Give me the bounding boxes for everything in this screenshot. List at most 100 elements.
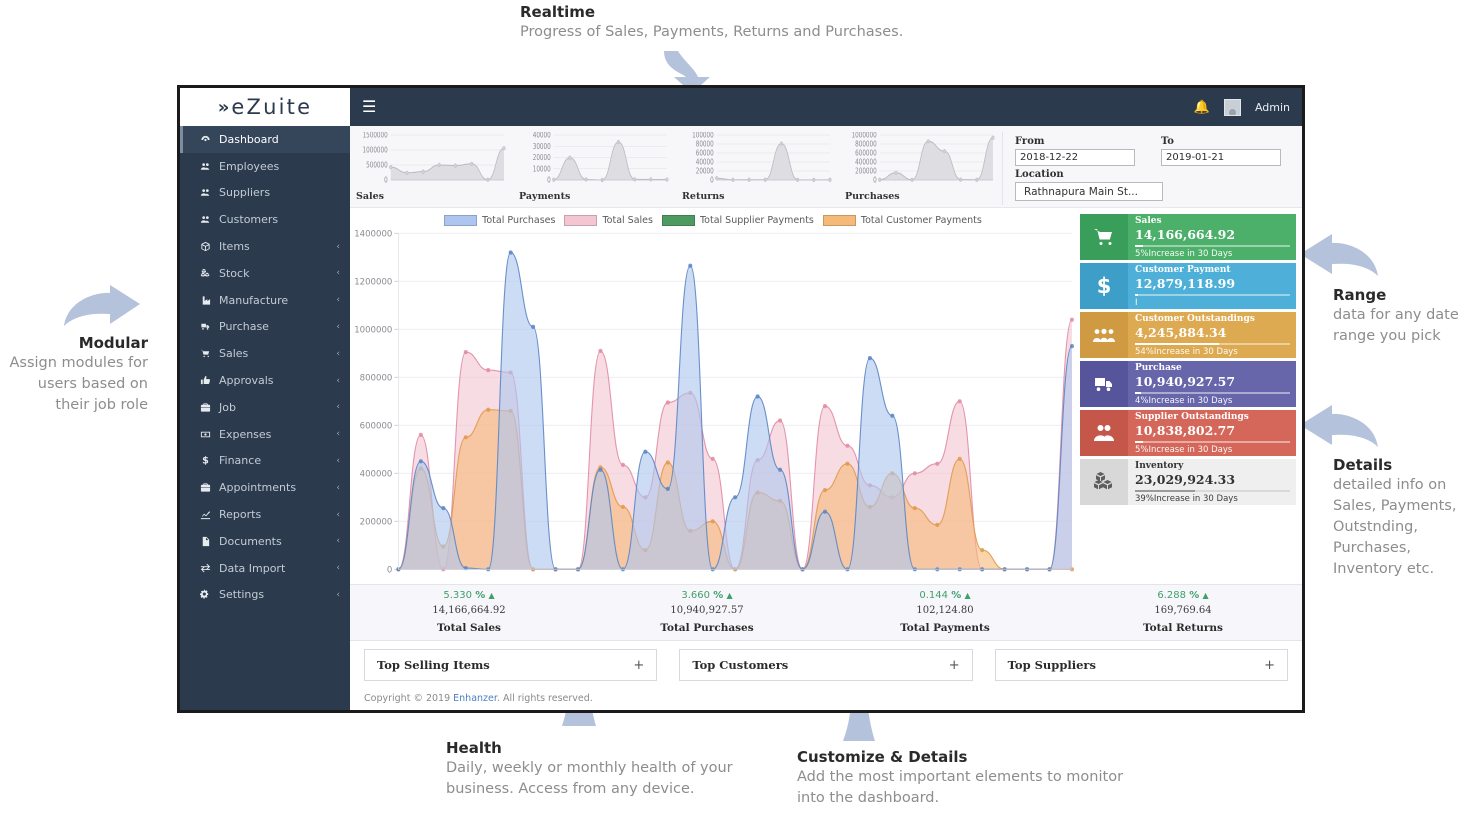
plus-icon[interactable]: + (633, 659, 644, 672)
sparkline-svg: 100000800006000040000200000 (692, 132, 832, 185)
svg-text:0: 0 (873, 176, 877, 185)
callout-customize: Customize & Details Add the most importa… (797, 747, 1127, 809)
stat-percent-value: 5.330 (443, 590, 473, 601)
footer-link[interactable]: Enhanzer (453, 693, 497, 704)
sidebar-item-label: Items (219, 240, 250, 254)
sidebar-item-employees[interactable]: Employees (180, 153, 350, 180)
sidebar-item-job[interactable]: Job ‹ (180, 394, 350, 421)
sparkline-payments[interactable]: 40000 30000 20000 10000 0 Payments (513, 132, 676, 205)
legend-item-total-sales[interactable]: Total Sales (564, 215, 653, 226)
kpi-card-supplier-outstandings[interactable]: Supplier Outstandings 10,838,802.77 5%Incr… (1080, 410, 1296, 456)
sidebar-item-purchase[interactable]: Purchase ‹ (180, 314, 350, 341)
from-label: From (1015, 136, 1045, 147)
briefcase-icon (197, 482, 214, 493)
stat-percent: 0.144 % ▲ (826, 590, 1064, 601)
kpi-card-purchase[interactable]: Purchase 10,940,927.57 4%Increase in 30 Da… (1080, 361, 1296, 407)
kpi-card-inventory[interactable]: Inventory 23,029,924.33 39%Increase in 30 … (1080, 459, 1296, 505)
sidebar-item-label: Suppliers (219, 186, 271, 200)
kpi-card-customer-payment[interactable]: $ Customer Payment 12,879,118.99 I (1080, 263, 1296, 309)
sparkline-svg: 1500000 1000000 500000 0 (363, 132, 506, 185)
kpi-progress-bar (1135, 440, 1290, 443)
svg-text:600000: 600000 (855, 149, 877, 158)
bell-icon[interactable]: 🔔 (1194, 100, 1210, 115)
legend-item-total-customer-payments[interactable]: Total Customer Payments (822, 215, 982, 226)
topbar: ☰ 🔔 Admin (350, 88, 1302, 126)
sidebar-item-stock[interactable]: Stock ‹ (180, 260, 350, 287)
sidebar-item-customers[interactable]: Customers (180, 206, 350, 233)
document-icon (197, 536, 214, 547)
svg-text:400000: 400000 (360, 469, 393, 479)
exchange-icon (197, 563, 214, 574)
hamburger-icon[interactable]: ☰ (362, 99, 376, 115)
sidebar-item-expenses[interactable]: Expenses ‹ (180, 421, 350, 448)
svg-text:80000: 80000 (696, 140, 714, 149)
sidebar-item-settings[interactable]: Settings ‹ (180, 582, 350, 609)
kpi-progress-bar (1135, 244, 1290, 247)
sparkline-title: Payments (519, 191, 571, 202)
sidebar-item-finance[interactable]: $ Finance ‹ (180, 448, 350, 475)
sidebar-item-documents[interactable]: Documents ‹ (180, 528, 350, 555)
sparkline-svg: 40000 30000 20000 10000 0 (533, 132, 669, 185)
sidebar-item-label: Data Import (219, 561, 286, 575)
panel-title: Top Suppliers (1007, 658, 1096, 672)
stat-label: Total Purchases (660, 622, 754, 634)
sidebar-item-data-import[interactable]: Data Import ‹ (180, 555, 350, 582)
stat-percent-unit: % (951, 590, 962, 601)
sidebar-item-sales[interactable]: Sales ‹ (180, 340, 350, 367)
svg-text:200000: 200000 (855, 167, 877, 176)
chevron-left-icon: ‹ (336, 589, 340, 600)
svg-text:800000: 800000 (855, 140, 877, 149)
sparkline-purchases[interactable]: 1000000 800000 600000 400000 200000 0 Purchase… (839, 132, 1002, 205)
sparkline-svg: 10000008000006000004000002000000 (852, 132, 995, 185)
kpi-card-sales[interactable]: Sales 14,166,664.92 5%Increase in 30 Days (1080, 214, 1296, 260)
plus-icon[interactable]: + (1264, 659, 1275, 672)
sidebar-item-items[interactable]: Items ‹ (180, 233, 350, 260)
sparkline-sales[interactable]: 1500000 1000000 500000 0 Sales (350, 132, 513, 205)
stat-value: 102,124.80 (916, 605, 974, 616)
sidebar-item-reports[interactable]: Reports ‹ (180, 501, 350, 528)
svg-text:1200000: 1200000 (354, 277, 392, 287)
legend-swatch (822, 215, 856, 226)
trend-up-icon: ▲ (1202, 591, 1209, 600)
legend-item-total-supplier-payments[interactable]: Total Supplier Payments (661, 215, 814, 226)
chevron-left-icon: ‹ (336, 348, 340, 359)
sidebar-item-manufacture[interactable]: Manufacture ‹ (180, 287, 350, 314)
main-area-chart[interactable]: 0 200000 400000 600000 800000 1000000 1200000 1… (350, 227, 1076, 584)
svg-text:1000000: 1000000 (852, 132, 877, 140)
sidebar-item-label: Sales (219, 347, 249, 361)
sparkline-returns[interactable]: 100000 80000 60000 40000 20000 0 Returns (676, 132, 839, 205)
avatar[interactable] (1223, 98, 1241, 116)
money-icon (197, 429, 214, 440)
arrow-modular-icon (64, 285, 140, 326)
sidebar-item-appointments[interactable]: Appointments ‹ (180, 474, 350, 501)
kpi-footnote: I (1135, 297, 1138, 308)
legend-item-total-purchases[interactable]: Total Purchases (444, 215, 555, 226)
user-menu-label[interactable]: Admin (1255, 101, 1290, 114)
sidebar-item-approvals[interactable]: Approvals ‹ (180, 367, 350, 394)
group-icon (1080, 312, 1128, 358)
dashboard-icon (197, 134, 214, 145)
from-date-input[interactable]: 2018-12-22 (1015, 149, 1135, 166)
kpi-card-customer-outstandings[interactable]: Customer Outstandings 4,245,884.34 54%Incr… (1080, 312, 1296, 358)
panel-title: Top Selling Items (377, 658, 490, 672)
svg-text:20000: 20000 (533, 153, 551, 162)
dollar-icon: $ (1080, 263, 1128, 309)
svg-text:200000: 200000 (360, 517, 393, 527)
legend-swatch (444, 215, 478, 226)
svg-text:0: 0 (547, 176, 551, 185)
brand-logo[interactable]: » eZuite (180, 88, 350, 126)
location-select[interactable]: Rathnapura Main St... (1015, 182, 1163, 201)
panel-top-selling-items[interactable]: Top Selling Items + (364, 649, 658, 681)
plus-icon[interactable]: + (949, 659, 960, 672)
callout-range-body: data for any date range you pick (1333, 307, 1459, 345)
sidebar-item-dashboard[interactable]: Dashboard (180, 126, 350, 153)
to-date-input[interactable]: 2019-01-21 (1161, 149, 1281, 166)
sidebar-item-suppliers[interactable]: Suppliers (180, 180, 350, 207)
stat-total-purchases: 3.660 % ▲ 10,940,927.57 Total Purchases (588, 590, 826, 634)
chevron-left-icon: ‹ (336, 321, 340, 332)
panel-top-suppliers[interactable]: Top Suppliers + (994, 649, 1288, 681)
sparkline-title: Returns (682, 191, 725, 202)
kpi-value: 12,879,118.99 (1135, 275, 1236, 291)
kpi-title: Supplier Outstandings (1135, 412, 1249, 422)
panel-top-customers[interactable]: Top Customers + (679, 649, 973, 681)
